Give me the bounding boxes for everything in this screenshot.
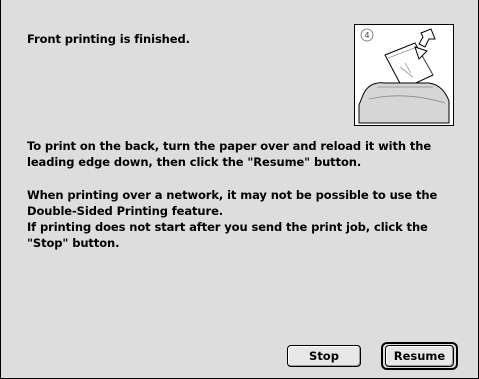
reload-instructions: To print on the back, turn the paper ove…: [27, 138, 447, 170]
text-line: When printing over a network, it may not…: [27, 188, 438, 202]
printer-dialog: Front printing is finished. 4 To print o…: [0, 0, 479, 379]
stop-button[interactable]: Stop: [287, 345, 361, 367]
printer-reload-paper-icon: 4: [354, 24, 454, 126]
step-number: 4: [364, 31, 369, 40]
resume-button[interactable]: Resume: [385, 345, 454, 367]
text-line: To print on the back, turn the paper ove…: [27, 139, 432, 153]
text-line: Double-Sided Printing feature.: [27, 204, 224, 218]
network-notice: When printing over a network, it may not…: [27, 187, 447, 251]
text-line: "Stop" button.: [27, 236, 120, 250]
text-line: If printing does not start after you sen…: [27, 220, 428, 234]
text-line: leading edge down, then click the "Resum…: [27, 155, 362, 169]
